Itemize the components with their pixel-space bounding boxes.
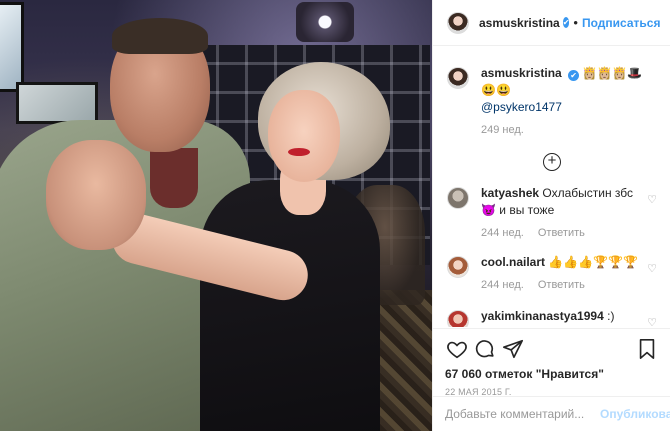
woman-figure bbox=[200, 180, 380, 431]
header-separator: • bbox=[573, 15, 578, 30]
comment-item: yakimkinanastya1994 :) прекрасны ♡ bbox=[433, 308, 670, 327]
post-side-panel: asmuskristina ✔ • Подписаться asmuskrist… bbox=[432, 0, 670, 431]
comment-meta: 244 нед. Ответить bbox=[481, 277, 643, 294]
clasped-hands bbox=[46, 140, 146, 250]
comment-time[interactable]: 244 нед. bbox=[481, 227, 524, 239]
comment-meta: 244 нед. Ответить bbox=[481, 225, 643, 242]
comment-time[interactable]: 244 нед. bbox=[481, 279, 524, 291]
comment-avatar[interactable] bbox=[447, 310, 469, 327]
comment-username[interactable]: yakimkinanastya1994 bbox=[481, 309, 604, 323]
background-tv bbox=[16, 82, 98, 124]
caption-meta: 249 нед. bbox=[481, 122, 657, 139]
verified-badge-icon: ✔ bbox=[562, 17, 570, 28]
man-shirt bbox=[150, 148, 198, 208]
publish-button[interactable]: Опубликовать bbox=[600, 407, 670, 421]
heart-icon[interactable] bbox=[443, 335, 471, 363]
likes-count[interactable]: 67 060 отметок "Нравится" bbox=[443, 367, 661, 381]
woman-lips bbox=[288, 148, 310, 156]
post-photo[interactable] bbox=[0, 0, 432, 431]
post-header: asmuskristina ✔ • Подписаться bbox=[433, 0, 670, 46]
comment-input[interactable] bbox=[445, 407, 600, 421]
caption-avatar[interactable] bbox=[447, 67, 469, 89]
comment-icon[interactable] bbox=[471, 335, 499, 363]
add-comment-bar: Опубликовать bbox=[433, 396, 670, 431]
comment-item: cool.nailart 👍👍👍🏆🏆🏆 244 нед. Ответить ♡ bbox=[433, 254, 670, 294]
action-icons-row bbox=[443, 335, 661, 363]
comment-avatar[interactable] bbox=[447, 256, 469, 278]
heart-outline-icon[interactable]: ♡ bbox=[643, 193, 657, 242]
comment-username[interactable]: katyashek bbox=[481, 186, 539, 200]
ceiling-light bbox=[296, 2, 354, 42]
reply-button[interactable]: Ответить bbox=[538, 227, 585, 239]
comment-avatar[interactable] bbox=[447, 187, 469, 209]
follow-button[interactable]: Подписаться bbox=[582, 16, 660, 30]
verified-badge-icon: ✔ bbox=[568, 70, 580, 81]
caption-mention[interactable]: @psykero1477 bbox=[481, 99, 657, 116]
man-hair bbox=[112, 18, 208, 54]
reply-button[interactable]: Ответить bbox=[538, 279, 585, 291]
comment-username[interactable]: cool.nailart bbox=[481, 255, 545, 269]
comment-item: katyashek Охлабыстин збс😈 и вы тоже 244 … bbox=[433, 185, 670, 242]
load-more-comments: + bbox=[433, 153, 670, 171]
caption: asmuskristina ✔ 👸🏼👸🏼👸🏼🎩😃😃 @psykero1477 2… bbox=[433, 47, 670, 139]
comment-text: 👍👍👍🏆🏆🏆 bbox=[548, 255, 639, 269]
comments-list[interactable]: asmuskristina ✔ 👸🏼👸🏼👸🏼🎩😃😃 @psykero1477 2… bbox=[433, 47, 670, 327]
share-icon[interactable] bbox=[499, 335, 527, 363]
caption-username[interactable]: asmuskristina bbox=[481, 66, 562, 80]
post-actions: 67 060 отметок "Нравится" 22 МАЯ 2015 Г. bbox=[433, 328, 670, 397]
caption-time[interactable]: 249 нед. bbox=[481, 124, 524, 136]
bookmark-icon[interactable] bbox=[633, 335, 661, 363]
heart-outline-icon[interactable]: ♡ bbox=[643, 316, 657, 327]
woman-face bbox=[268, 90, 340, 182]
background-screen bbox=[0, 2, 24, 92]
author-avatar[interactable] bbox=[447, 11, 469, 34]
heart-outline-icon[interactable]: ♡ bbox=[643, 262, 657, 294]
author-username[interactable]: asmuskristina bbox=[479, 16, 560, 30]
plus-circle-icon[interactable]: + bbox=[543, 153, 561, 171]
